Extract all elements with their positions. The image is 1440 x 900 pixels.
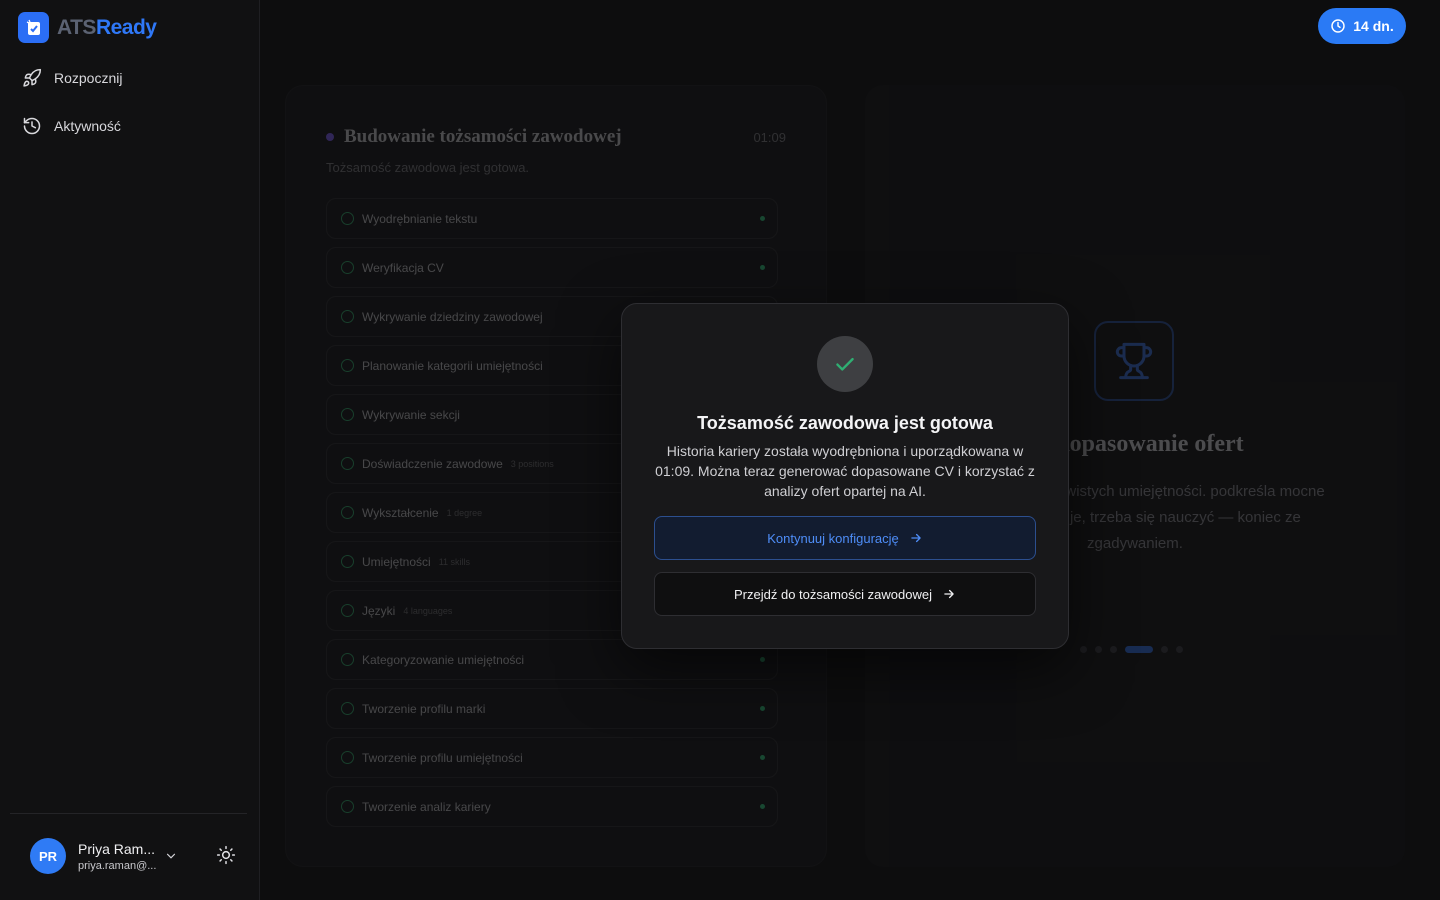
step-label: Kategoryzowanie umiejętności [362, 652, 525, 667]
step-label: Tworzenie profilu marki [362, 701, 486, 716]
clock-icon [1331, 19, 1345, 33]
step-label: Weryfikacja CV [362, 260, 444, 275]
sidebar-item-label: Rozpocznij [54, 70, 123, 86]
go-to-identity-button[interactable]: Przejdź do tożsamości zawodowej [654, 572, 1036, 616]
check-circle-icon [341, 800, 354, 813]
trial-days-badge[interactable]: 14 dn. [1318, 8, 1406, 44]
logo-text-ready: Ready [95, 15, 157, 39]
step-meta: 4 languages [403, 605, 453, 616]
app-root: ATSReady Rozpocznij Aktywność PR Priya R… [0, 0, 1440, 900]
dialog-title: Tożsamość zawodowa jest gotowa [697, 413, 993, 433]
progress-title-text: Budowanie tożsamości zawodowej [344, 126, 622, 147]
step-label: Tworzenie profilu umiejętności [362, 750, 523, 765]
done-dot-icon [760, 706, 765, 711]
done-dot-icon [760, 804, 765, 809]
check-circle-icon [341, 310, 354, 323]
sidebar-divider [10, 813, 247, 814]
list-item: Wyodrębnianie tekstu [326, 198, 778, 239]
carousel-dots [1080, 646, 1183, 653]
check-circle-icon [341, 751, 354, 764]
carousel-dot[interactable] [1095, 646, 1102, 653]
theme-toggle-button[interactable] [216, 845, 236, 870]
success-dialog: Tożsamość zawodowa jest gotowa Historia … [621, 303, 1069, 649]
sidebar-item-rozpocznij[interactable]: Rozpocznij [10, 60, 250, 96]
progress-subtitle: Tożsamość zawodowa jest gotowa. [326, 160, 530, 175]
arrow-right-icon [944, 589, 954, 599]
check-circle-icon [341, 653, 354, 666]
sidebar-nav: Rozpocznij Aktywność [10, 60, 250, 156]
step-label: Wyodrębnianie tekstu [362, 211, 478, 226]
check-circle-icon [341, 212, 354, 225]
progress-title: Budowanie tożsamości zawodowej [326, 126, 622, 148]
user-name: Priya Ram... [78, 840, 156, 857]
step-label: Doświadczenie zawodowe [362, 456, 503, 471]
success-check-icon [817, 336, 873, 392]
done-dot-icon [760, 755, 765, 760]
step-label: Wykształcenie [362, 505, 439, 520]
logo[interactable]: ATSReady [18, 12, 157, 43]
step-meta: 1 degree [446, 507, 483, 518]
step-label: Planowanie kategorii umiejętności [362, 358, 543, 373]
done-dot-icon [760, 265, 765, 270]
carousel-dot[interactable] [1176, 646, 1183, 653]
check-circle-icon [341, 702, 354, 715]
continue-setup-label: Kontynuuj konfigurację [767, 530, 899, 546]
check-circle-icon [341, 604, 354, 617]
history-icon [23, 117, 41, 135]
logo-icon [18, 12, 49, 43]
step-label: Umiejętności [362, 554, 431, 569]
check-circle-icon [341, 506, 354, 519]
check-circle-icon [341, 359, 354, 372]
status-dot-icon [326, 133, 334, 141]
trial-days-label: 14 dn. [1353, 18, 1394, 34]
sun-icon [216, 845, 236, 865]
arrow-right-icon [911, 533, 921, 543]
logo-text-ats: ATS [57, 15, 96, 39]
user-email: priya.raman@... [78, 859, 157, 872]
check-circle-icon [341, 555, 354, 568]
trophy-icon [1115, 342, 1153, 380]
list-item: Tworzenie analiz kariery [326, 786, 778, 827]
list-item: Weryfikacja CV [326, 247, 778, 288]
user-menu[interactable]: PR Priya Ram... priya.raman@... [30, 838, 178, 874]
continue-setup-button[interactable]: Kontynuuj konfigurację [654, 516, 1036, 560]
check-circle-icon [341, 261, 354, 274]
carousel-dot[interactable] [1080, 646, 1087, 653]
step-label: Tworzenie analiz kariery [362, 799, 491, 814]
list-item: Tworzenie profilu marki [326, 688, 778, 729]
sidebar-item-label: Aktywność [54, 118, 121, 134]
carousel-dot[interactable] [1110, 646, 1117, 653]
logo-text: ATSReady [57, 15, 157, 40]
check-circle-icon [341, 408, 354, 421]
trophy-icon-box [1094, 321, 1174, 401]
done-dot-icon [760, 216, 765, 221]
carousel-dot-active[interactable] [1125, 646, 1153, 653]
step-label: Wykrywanie dziedziny zawodowej [362, 309, 543, 324]
go-to-identity-label: Przejdź do tożsamości zawodowej [734, 586, 932, 602]
sidebar: ATSReady Rozpocznij Aktywność PR Priya R… [0, 0, 260, 900]
chevron-down-icon[interactable] [164, 849, 178, 863]
step-label: Języki [362, 603, 396, 618]
avatar: PR [30, 838, 66, 874]
sidebar-item-aktywnosc[interactable]: Aktywność [10, 108, 250, 144]
step-label: Wykrywanie sekcji [362, 407, 460, 422]
dialog-text: Historia kariery została wyodrębniona i … [655, 443, 1035, 499]
rocket-icon [23, 68, 42, 87]
carousel-dot[interactable] [1161, 646, 1168, 653]
progress-time: 01:09 [753, 130, 786, 145]
step-meta: 3 positions [510, 458, 554, 469]
list-item: Tworzenie profilu umiejętności [326, 737, 778, 778]
check-circle-icon [341, 457, 354, 470]
done-dot-icon [760, 657, 765, 662]
step-meta: 11 skills [438, 556, 471, 567]
user-info: Priya Ram... priya.raman@... [78, 841, 158, 872]
